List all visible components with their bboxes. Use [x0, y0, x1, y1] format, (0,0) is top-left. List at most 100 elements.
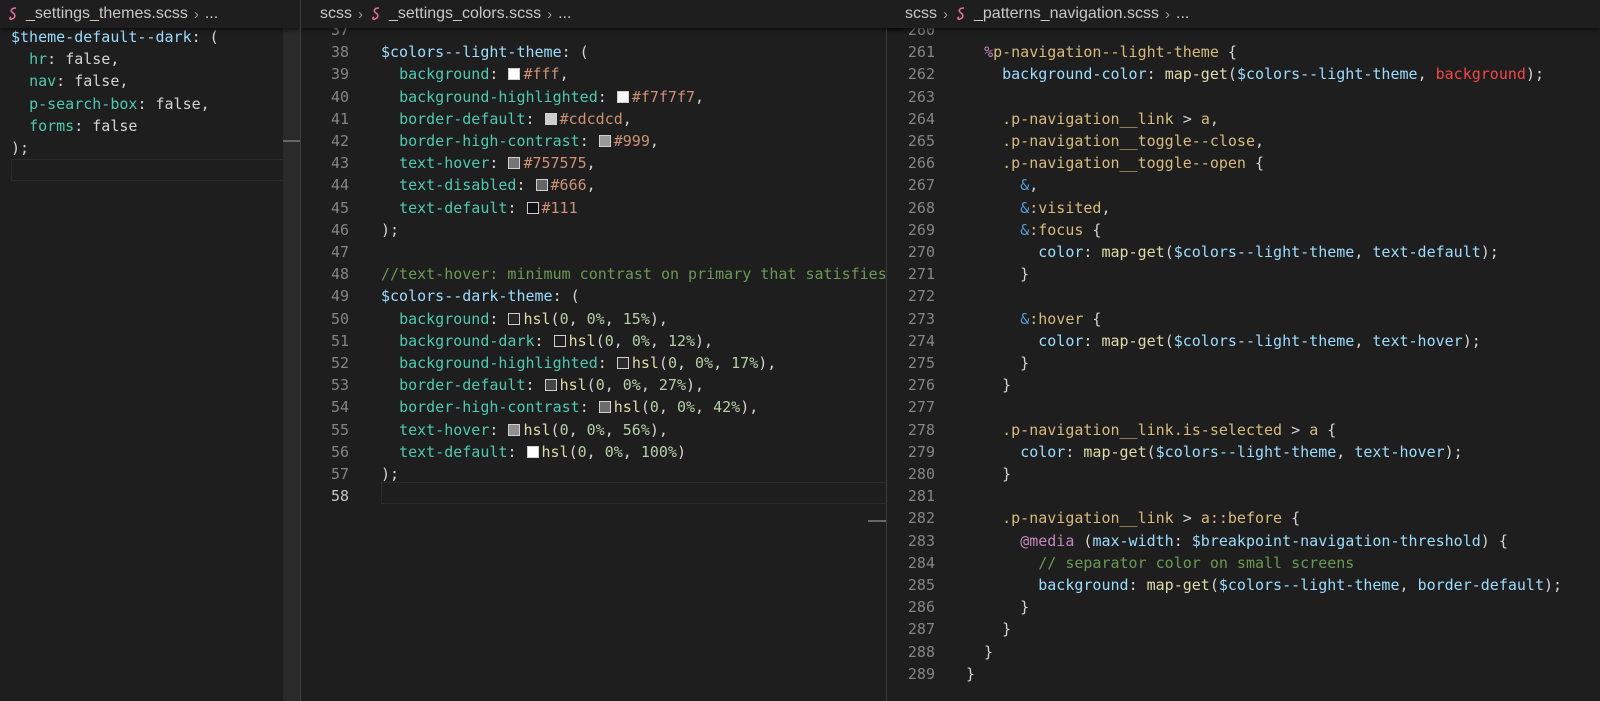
code-line: ); [0, 137, 300, 159]
color-swatch[interactable] [526, 445, 539, 458]
line-number: 267 [907, 176, 935, 195]
line-number: 40 [330, 87, 349, 106]
line-number: 263 [907, 87, 935, 106]
code-token: $breakpoint-navigation-threshold [1191, 531, 1481, 550]
code-token: } [966, 598, 1030, 617]
breadcrumb-folder[interactable]: scss [320, 5, 352, 23]
sass-file-icon [9, 7, 17, 21]
breadcrumb-file[interactable]: _settings_themes.scss [26, 5, 188, 23]
color-swatch[interactable] [535, 179, 548, 192]
color-swatch[interactable] [544, 112, 557, 125]
color-swatch[interactable] [526, 201, 539, 214]
scrollbar-thumb[interactable] [283, 140, 300, 142]
line-number: 51 [330, 331, 349, 350]
code-token: hsl [568, 331, 596, 350]
code-token: ); [1480, 243, 1499, 261]
color-swatch[interactable] [598, 401, 611, 414]
breadcrumb-file[interactable]: _settings_colors.scss [389, 5, 541, 23]
code-token: : [579, 132, 598, 150]
color-swatch[interactable] [616, 90, 629, 103]
code-token: text-default [399, 198, 508, 217]
code-line: 283 @media (max-width: $breakpoint-navig… [887, 530, 1600, 552]
code-token: : [1128, 576, 1147, 594]
code-token: , [676, 354, 696, 372]
code-token: #f7f7f7 [631, 87, 696, 106]
code-line: 262 background-color: map-get($colors--l… [887, 63, 1600, 85]
code-token: text-hover [1354, 442, 1445, 461]
code-token: background [1038, 576, 1129, 594]
line-number: 39 [330, 65, 349, 84]
color-swatch[interactable] [508, 312, 521, 325]
code-line: 45 text-default: #111 [301, 197, 904, 219]
line-number: 270 [907, 243, 935, 261]
breadcrumb-more[interactable]: ... [558, 5, 571, 23]
sass-file-icon [957, 7, 965, 21]
code-line: 270 color: map-get($colors--light-theme,… [887, 241, 1600, 263]
code-token: : [525, 376, 544, 395]
code-token: , [200, 94, 210, 113]
breadcrumb-folder[interactable]: scss [905, 5, 937, 23]
code-token: : [1065, 442, 1084, 461]
line-number: 271 [907, 265, 935, 284]
code-token: ( [1164, 331, 1174, 350]
code-token: #999 [613, 132, 650, 150]
code-token: $colors--light-theme [1173, 331, 1355, 350]
code-token: , [622, 109, 632, 128]
color-swatch[interactable] [616, 357, 629, 369]
code-token: { [1282, 509, 1301, 528]
color-swatch[interactable] [598, 135, 611, 147]
code-token: hsl [523, 420, 551, 439]
current-line-highlight [381, 482, 903, 504]
code-token: : [1083, 331, 1102, 350]
scrollbar-thumb[interactable] [868, 520, 886, 522]
code-token: a::before [1200, 509, 1283, 528]
line-number: 288 [907, 642, 935, 661]
color-swatch[interactable] [508, 157, 521, 170]
breadcrumb-more[interactable]: ... [1176, 5, 1189, 23]
code-line: 265 .p-navigation__toggle--close, [887, 130, 1600, 152]
code-token: background [1435, 65, 1526, 84]
code-token: , [649, 331, 668, 350]
breadcrumb-file[interactable]: _patterns_navigation.scss [974, 5, 1159, 23]
code-token: 0 [667, 354, 677, 372]
color-swatch[interactable] [553, 334, 566, 347]
code-token: map-get [1164, 65, 1228, 84]
line-number: 53 [330, 376, 349, 395]
code-line: 278 .p-navigation__link.is-selected > a … [887, 419, 1600, 441]
code-token: , [110, 50, 120, 69]
code-token: ( [1209, 576, 1219, 594]
code-line: 271 } [887, 263, 1600, 285]
breadcrumb-more[interactable]: ... [205, 5, 218, 23]
color-swatch[interactable] [508, 68, 521, 81]
code-token: ); [1462, 331, 1481, 350]
code-token: background-highlighted [399, 354, 598, 372]
code-token: hsl [559, 376, 587, 395]
code-token: , [1101, 198, 1111, 217]
code-token: map-get [1083, 442, 1147, 461]
code-token: 12% [667, 331, 696, 350]
code-token: , [713, 354, 732, 372]
code-line: 289} [887, 663, 1600, 685]
line-number: 275 [907, 354, 935, 372]
color-swatch[interactable] [544, 379, 557, 392]
code-token: , [640, 376, 659, 395]
color-swatch[interactable] [508, 423, 521, 436]
code-token: $colors--light-theme [381, 43, 562, 62]
code-line: hr: false, [0, 48, 300, 70]
code-token: $theme-default--dark [11, 28, 192, 46]
code-token: @media [1020, 531, 1075, 550]
code-token: max-width [1092, 531, 1174, 550]
vertical-scrollbar[interactable] [283, 28, 300, 701]
code-token: hsl [613, 398, 641, 417]
code-token: } [966, 465, 1012, 483]
